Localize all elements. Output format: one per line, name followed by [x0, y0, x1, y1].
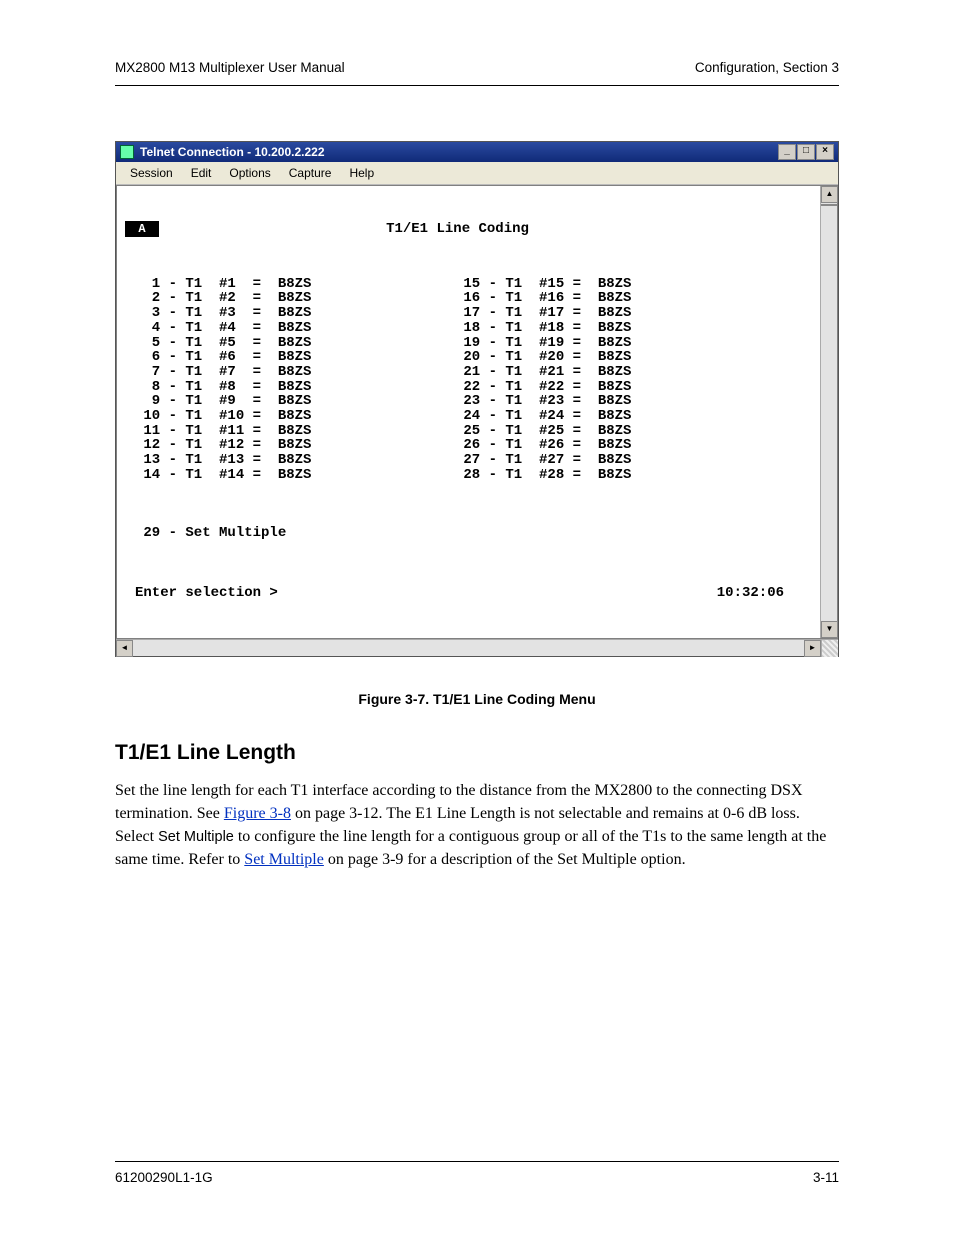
menu-capture[interactable]: Capture: [281, 165, 340, 181]
scroll-up-icon[interactable]: ▲: [821, 186, 838, 203]
terminal-column-right: 15 - T1 #15 = B8ZS 16 - T1 #16 = B8ZS 17…: [445, 277, 631, 483]
maximize-button[interactable]: □: [797, 144, 815, 160]
terminal-prompt: Enter selection >: [135, 586, 278, 601]
body-paragraph: Set the line length for each T1 interfac…: [115, 779, 839, 872]
close-button[interactable]: ×: [816, 144, 834, 160]
menu-session[interactable]: Session: [122, 165, 181, 181]
running-head-left: MX2800 M13 Multiplexer User Manual: [115, 60, 345, 75]
menu-options[interactable]: Options: [221, 165, 278, 181]
footer-right: 3-11: [813, 1170, 839, 1185]
terminal-option-29: 29 - Set Multiple: [125, 526, 812, 541]
resize-grip-icon[interactable]: [821, 640, 838, 657]
footer: 61200290L1-1G 3-11: [115, 1161, 839, 1185]
terminal-clock: 10:32:06: [717, 586, 784, 601]
scroll-left-icon[interactable]: ◄: [116, 640, 133, 657]
terminal-column-left: 1 - T1 #1 = B8ZS 2 - T1 #2 = B8ZS 3 - T1…: [125, 277, 445, 483]
running-head: MX2800 M13 Multiplexer User Manual Confi…: [115, 60, 839, 86]
figure-caption: Figure 3-7. T1/E1 Line Coding Menu: [115, 691, 839, 707]
scroll-right-icon[interactable]: ►: [804, 640, 821, 657]
link-figure-3-8[interactable]: Figure 3-8: [224, 805, 291, 822]
terminal-indicator: A: [125, 221, 159, 237]
footer-left: 61200290L1-1G: [115, 1170, 213, 1185]
window-controls: _ □ ×: [778, 144, 834, 160]
scroll-down-icon[interactable]: ▼: [821, 621, 838, 638]
titlebar: Telnet Connection - 10.200.2.222 _ □ ×: [116, 142, 838, 162]
app-icon: [120, 145, 134, 159]
minimize-button[interactable]: _: [778, 144, 796, 160]
vertical-scrollbar[interactable]: ▲ ▼: [820, 186, 837, 638]
menu-edit[interactable]: Edit: [183, 165, 220, 181]
menu-help[interactable]: Help: [341, 165, 382, 181]
section-heading: T1/E1 Line Length: [115, 741, 839, 765]
terminal-title: T1/E1 Line Coding: [163, 222, 812, 237]
horizontal-scrollbar[interactable]: ◄ ►: [116, 639, 838, 656]
link-set-multiple[interactable]: Set Multiple: [244, 851, 324, 868]
scroll-thumb[interactable]: [821, 204, 837, 206]
running-head-right: Configuration, Section 3: [695, 60, 839, 75]
menubar: Session Edit Options Capture Help: [116, 162, 838, 185]
window-title: Telnet Connection - 10.200.2.222: [140, 145, 325, 159]
telnet-window: Telnet Connection - 10.200.2.222 _ □ × S…: [115, 141, 839, 657]
terminal[interactable]: A T1/E1 Line Coding 1 - T1 #1 = B8ZS 2 -…: [117, 186, 820, 638]
ui-term-set-multiple: Set Multiple: [158, 829, 234, 845]
